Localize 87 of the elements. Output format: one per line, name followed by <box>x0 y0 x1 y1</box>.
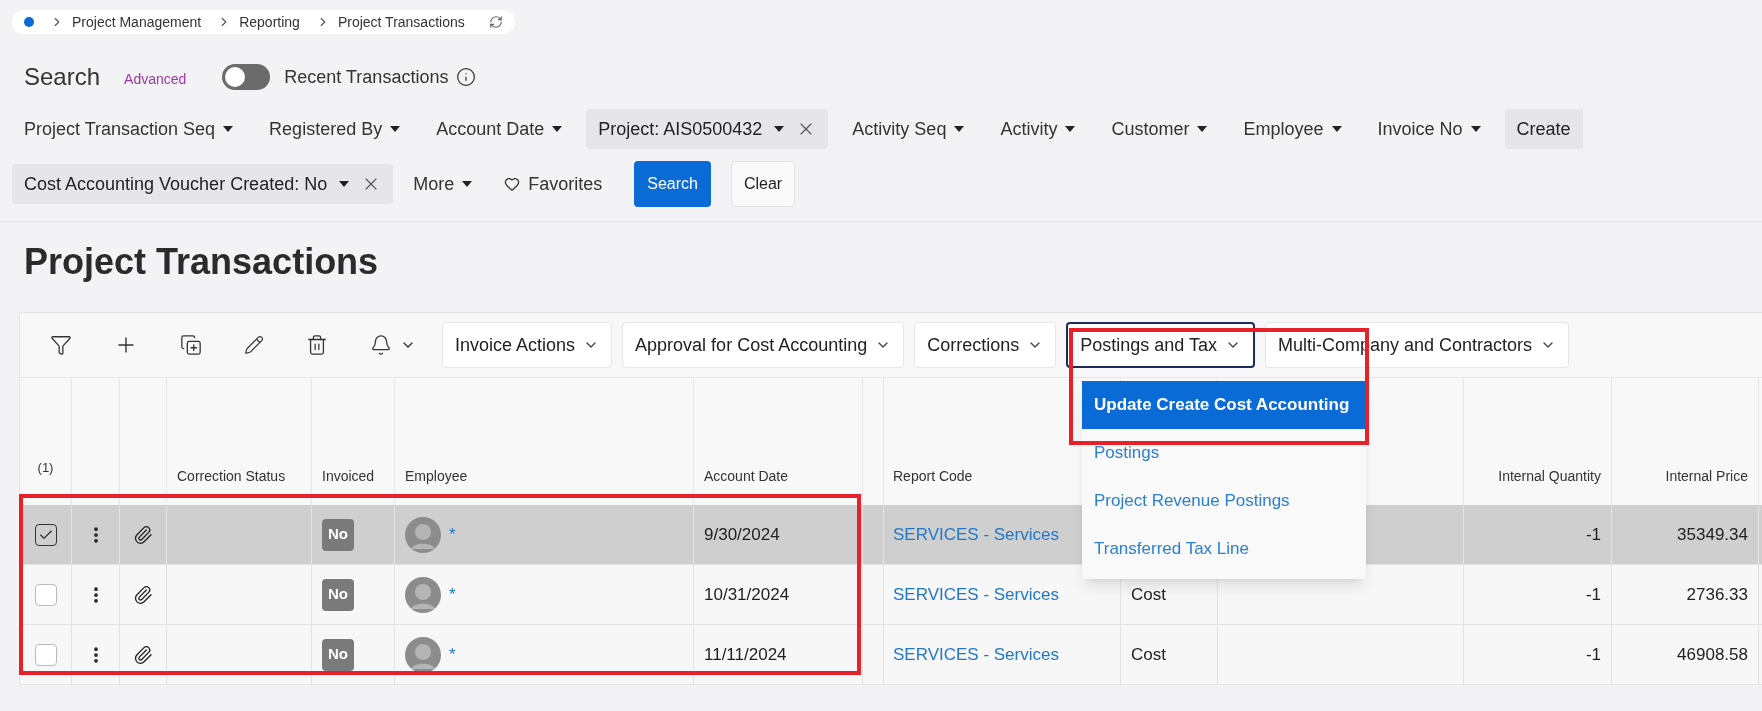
filter-dropdown[interactable]: Project Transaction Seq <box>12 110 246 148</box>
filter-dropdown[interactable]: Activity Seq <box>840 110 977 148</box>
filter-dropdown[interactable]: More <box>401 165 485 203</box>
table-cell-text: -1 <box>1585 643 1601 666</box>
column-header[interactable]: Correction Status <box>177 466 286 487</box>
breadcrumb-link[interactable]: Reporting <box>239 11 300 33</box>
caret-icon <box>1470 126 1481 132</box>
invoiced-badge: No <box>322 638 354 671</box>
column-header[interactable]: Internal Price <box>1665 466 1748 487</box>
invoiced-badge: No <box>322 578 354 611</box>
table-row[interactable]: No * 10/31/2024 SERVICES - Services Cost -1 2736.33 <box>20 565 1762 625</box>
refresh-icon[interactable] <box>488 15 503 29</box>
filter-dropdown[interactable]: Customer <box>1099 110 1220 148</box>
table-cell-text: 46908.58 <box>1677 643 1748 666</box>
action-menu-button[interactable]: Postings and Tax <box>1066 322 1255 368</box>
active-filter-chip[interactable]: Project: AIS0500432 <box>586 109 829 149</box>
row-checkbox[interactable] <box>34 643 57 666</box>
caret-icon <box>462 181 473 187</box>
page-title: Project Transactions <box>23 240 380 284</box>
table-cell-text: 11/11/2024 <box>704 643 787 666</box>
report-code-link[interactable]: SERVICES - Services <box>893 641 1059 668</box>
caret-icon <box>223 126 234 132</box>
caret-icon <box>552 126 563 132</box>
delete-icon[interactable] <box>306 334 328 356</box>
caret-icon <box>1065 126 1076 132</box>
employee-link[interactable]: * <box>449 581 456 608</box>
advanced-link[interactable]: Advanced <box>124 68 187 90</box>
recent-transactions-toggle[interactable] <box>222 64 271 90</box>
attachment-icon[interactable] <box>133 644 153 665</box>
row-checkbox[interactable] <box>34 583 57 606</box>
filter-dropdown[interactable]: Activity <box>988 110 1088 148</box>
report-code-link[interactable]: SERVICES - Services <box>893 581 1059 608</box>
duplicate-icon[interactable] <box>180 334 202 356</box>
table-row[interactable]: No * 11/11/2024 SERVICES - Services Cost -1 46908.58 <box>20 625 1762 685</box>
filter-dropdown[interactable]: Employee <box>1231 110 1354 148</box>
menu-item[interactable]: Update Create Cost Accounting <box>1082 381 1366 429</box>
action-menu-button[interactable]: Approval for Cost Accounting <box>622 322 905 368</box>
column-header[interactable]: Employee <box>405 466 468 487</box>
avatar-placeholder-icon <box>405 516 441 553</box>
table-cell-text: -1 <box>1585 523 1601 546</box>
caret-icon <box>954 126 965 132</box>
avatar-placeholder-icon <box>405 576 441 613</box>
attachment-icon[interactable] <box>133 584 153 605</box>
caret-icon <box>1331 126 1342 132</box>
info-icon[interactable] <box>456 67 477 87</box>
filter-label: Cost Accounting Voucher Created: No <box>24 172 328 196</box>
active-filter-chip[interactable]: Cost Accounting Voucher Created: No <box>12 164 394 204</box>
column-header[interactable]: Internal Quantity <box>1498 466 1601 487</box>
table-cell-text: Cost <box>1131 643 1166 666</box>
menu-item[interactable]: Postings <box>1082 429 1366 477</box>
breadcrumb-link[interactable]: Project Transactions <box>337 11 465 33</box>
bell-icon[interactable] <box>370 334 392 356</box>
table-cell-text: 35349.34 <box>1677 523 1748 546</box>
table-cell-text: -1 <box>1585 583 1601 606</box>
filter-dropdown[interactable]: Registered By <box>257 110 413 148</box>
table-cell-text: Cost <box>1131 583 1166 606</box>
heart-icon <box>504 176 521 192</box>
caret-icon <box>774 126 785 132</box>
caret-icon <box>390 126 401 132</box>
filter-dropdown[interactable]: Account Date <box>424 110 575 148</box>
filter-icon[interactable] <box>50 334 72 356</box>
action-menu-button[interactable]: Invoice Actions <box>442 322 613 368</box>
column-header[interactable]: Account Date <box>704 466 789 487</box>
filter-label: Project: AIS0500432 <box>598 117 763 141</box>
row-checkbox[interactable] <box>34 523 57 546</box>
search-heading: Search <box>24 62 101 92</box>
breadcrumb-link[interactable]: Project Management <box>72 11 202 33</box>
edit-icon[interactable] <box>244 335 264 355</box>
table-cell-text: 9/30/2024 <box>704 523 780 546</box>
table-cell-text: 2736.33 <box>1686 583 1748 606</box>
action-menu-button[interactable]: Corrections <box>914 322 1057 368</box>
active-filter-chip[interactable]: Create <box>1504 109 1583 149</box>
caret-icon <box>339 181 350 187</box>
employee-link[interactable]: * <box>449 641 456 668</box>
column-header[interactable]: Invoiced <box>322 466 375 487</box>
toggle-label: Recent Transactions <box>284 65 449 89</box>
caret-icon <box>1197 126 1208 132</box>
filter-dropdown[interactable]: Invoice No <box>1365 110 1493 148</box>
column-header[interactable]: Report Code <box>893 466 973 487</box>
attachment-icon[interactable] <box>133 524 153 545</box>
invoiced-badge: No <box>322 518 354 551</box>
table-cell-text: 10/31/2024 <box>704 583 790 606</box>
selected-count: (1) <box>37 458 54 477</box>
clear-button[interactable]: Clear <box>730 161 796 207</box>
search-button[interactable]: Search <box>634 161 711 207</box>
avatar-placeholder-icon <box>405 636 441 673</box>
favorites-button[interactable]: Favorites <box>492 165 615 203</box>
